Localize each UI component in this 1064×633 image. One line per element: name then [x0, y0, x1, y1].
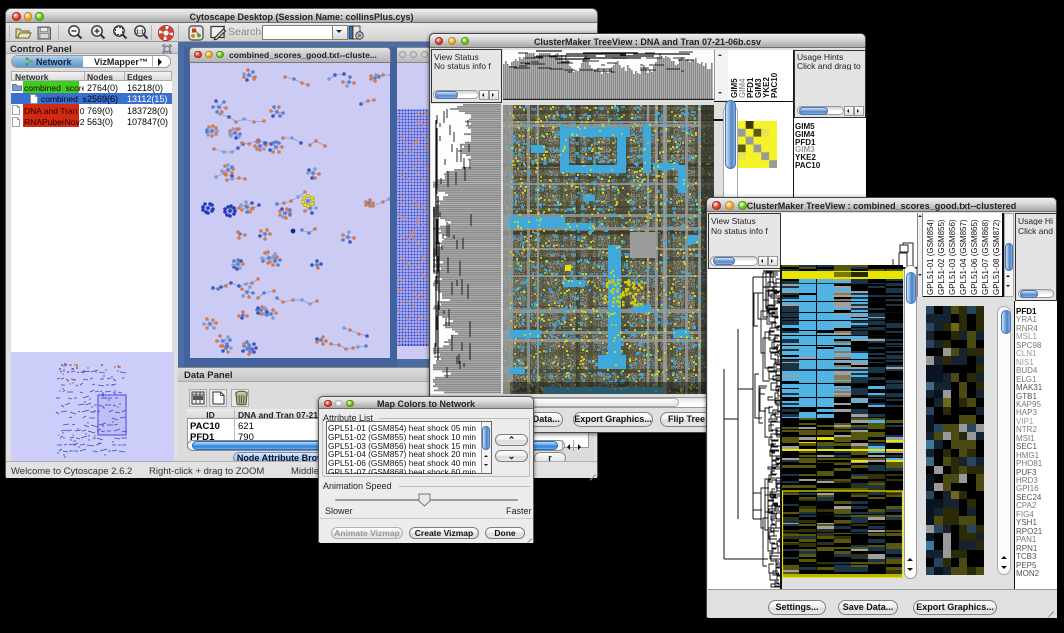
svg-text:1:1: 1:1 — [136, 29, 144, 35]
